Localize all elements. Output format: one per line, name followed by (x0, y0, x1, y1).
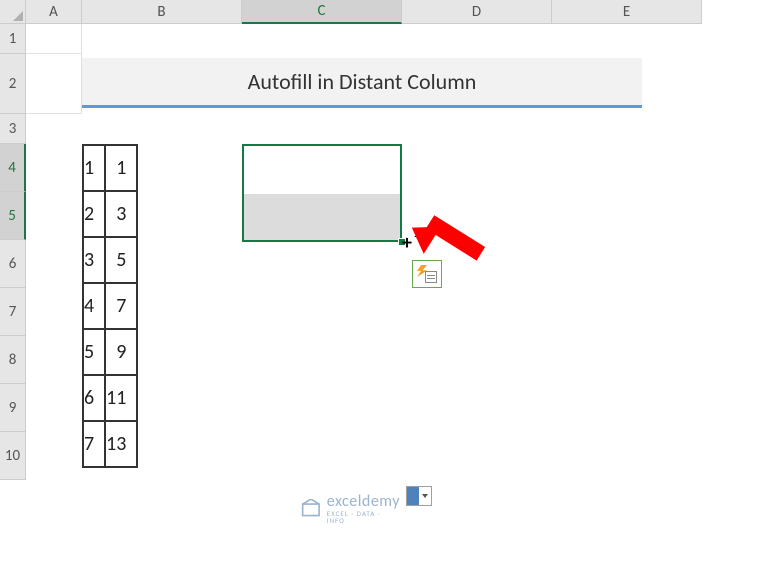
table-row: 6 11 (83, 375, 137, 421)
quick-analysis-button[interactable] (412, 260, 442, 288)
autofill-options-icon (407, 487, 419, 505)
autofill-options-button[interactable] (406, 486, 432, 506)
row-headers: 1 2 3 4 5 6 7 8 9 10 (0, 24, 26, 480)
table-row: 7 13 (83, 421, 137, 467)
cell-c7[interactable]: 7 (105, 283, 137, 329)
selection-shade (244, 194, 400, 240)
select-all-button[interactable] (0, 0, 26, 24)
fill-handle-cursor-icon: ++ (402, 233, 412, 253)
cell-b9[interactable]: 6 (83, 375, 105, 421)
row-header-10[interactable]: 10 (0, 432, 26, 480)
page-title: Autofill in Distant Column (82, 58, 642, 108)
watermark: exceldemy EXCEL · DATA · INFO (301, 494, 400, 524)
col-header-a[interactable]: A (26, 0, 82, 24)
row-header-6[interactable]: 6 (0, 240, 26, 288)
cell-b7[interactable]: 4 (83, 283, 105, 329)
chevron-down-icon (422, 494, 428, 498)
cell-b5[interactable]: 2 (83, 191, 105, 237)
table-row: 4 7 (83, 283, 137, 329)
cell-c8[interactable]: 9 (105, 329, 137, 375)
selection-box (242, 144, 402, 242)
cell-b10[interactable]: 7 (83, 421, 105, 467)
cell-b6[interactable]: 3 (83, 237, 105, 283)
watermark-main: exceldemy (327, 494, 401, 510)
row-header-7[interactable]: 7 (0, 288, 26, 336)
table-row: 2 3 (83, 191, 137, 237)
col-header-d[interactable]: D (402, 0, 552, 24)
table-row: 5 9 (83, 329, 137, 375)
row-header-1[interactable]: 1 (0, 24, 26, 54)
row-header-5[interactable]: 5 (0, 192, 26, 240)
cell-c10[interactable]: 13 (105, 421, 137, 467)
row-header-8[interactable]: 8 (0, 336, 26, 384)
row-header-2[interactable]: 2 (0, 54, 26, 114)
cell-b4[interactable]: 1 (83, 145, 105, 191)
cell-b8[interactable]: 5 (83, 329, 105, 375)
table-row: 3 5 (83, 237, 137, 283)
exceldemy-logo-icon (301, 499, 321, 519)
cell-c5[interactable]: 3 (105, 191, 137, 237)
col-header-b[interactable]: B (82, 0, 242, 24)
row-header-4[interactable]: 4 (0, 144, 26, 192)
watermark-sub: EXCEL · DATA · INFO (327, 510, 401, 524)
spreadsheet: A B C D E 1 2 3 4 5 6 7 8 9 10 Autofill … (0, 0, 767, 562)
cell-c9[interactable]: 11 (105, 375, 137, 421)
col-header-c[interactable]: C (242, 0, 402, 24)
cell-c4[interactable]: 1 (105, 145, 137, 191)
column-headers: A B C D E (26, 0, 702, 24)
row-header-9[interactable]: 9 (0, 384, 26, 432)
table-row: 1 1 (83, 145, 137, 191)
col-header-e[interactable]: E (552, 0, 702, 24)
row-header-3[interactable]: 3 (0, 114, 26, 144)
cell-c6[interactable]: 5 (105, 237, 137, 283)
data-table: 1 1 2 3 3 5 4 7 5 9 (82, 144, 138, 468)
quick-analysis-icon (417, 265, 437, 283)
